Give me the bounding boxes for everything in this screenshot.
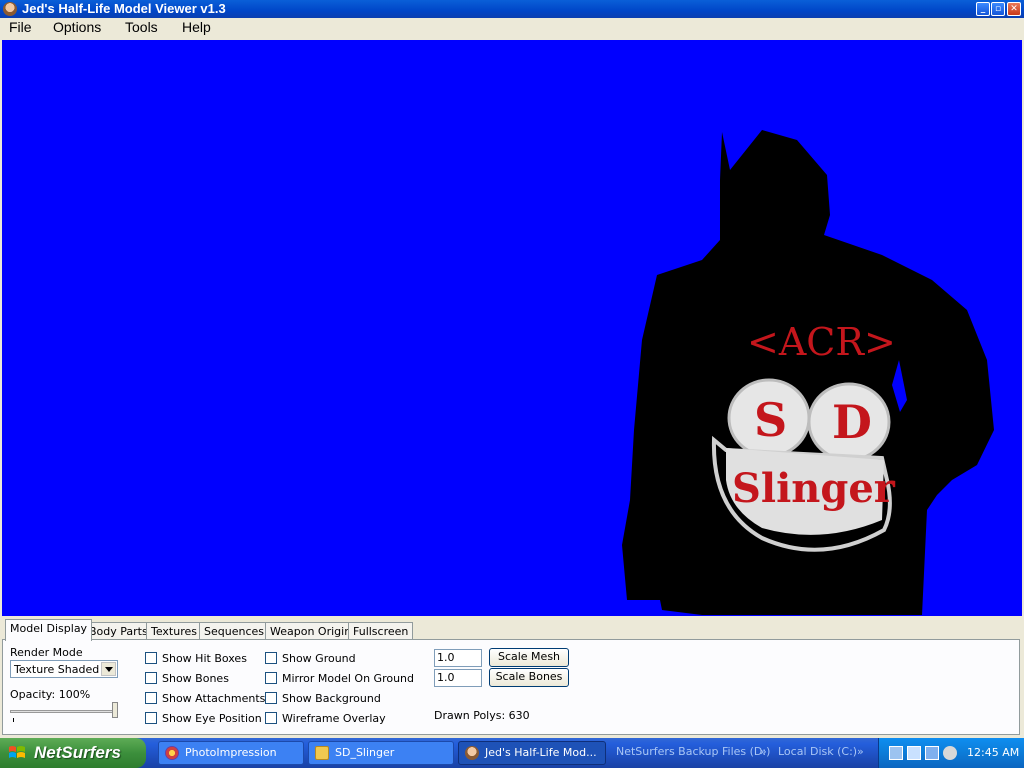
slider-tick <box>13 718 14 722</box>
scale-mesh-button[interactable]: Scale Mesh <box>489 648 569 667</box>
app-icon <box>3 2 17 16</box>
menu-help[interactable]: Help <box>182 19 211 36</box>
wireframe-overlay-label: Wireframe Overlay <box>282 712 386 725</box>
show-hit-boxes-label: Show Hit Boxes <box>162 652 247 665</box>
mirror-model-checkbox[interactable] <box>265 672 277 684</box>
close-button[interactable]: ✕ <box>1007 2 1021 16</box>
wireframe-overlay-checkbox[interactable] <box>265 712 277 724</box>
chevron-right-icon[interactable]: » <box>857 745 864 758</box>
tab-sequences[interactable]: Sequences <box>199 622 269 640</box>
drawn-polys-label: Drawn Polys: 630 <box>434 709 530 722</box>
render-mode-label: Render Mode <box>10 646 83 659</box>
window-title: Jed's Half-Life Model Viewer v1.3 <box>22 1 226 16</box>
show-eye-position-label: Show Eye Position <box>162 712 262 725</box>
show-ground-label: Show Ground <box>282 652 356 665</box>
network-icon[interactable] <box>907 746 921 760</box>
clock[interactable]: 12:45 AM <box>967 746 1019 760</box>
logo-s-text: S <box>754 393 787 447</box>
model-display-page: Render Mode Texture Shaded Opacity: 100%… <box>2 639 1020 735</box>
show-background-label: Show Background <box>282 692 381 705</box>
tab-weapon-origin[interactable]: Weapon Origin <box>265 622 357 640</box>
quicklink-backup-drive[interactable]: NetSurfers Backup Files (D:) <box>616 745 770 758</box>
app-icon <box>465 746 479 760</box>
photoimpression-icon <box>165 746 179 760</box>
chevron-down-icon[interactable] <box>101 662 116 676</box>
scale-mesh-input[interactable]: 1.0 <box>434 649 482 667</box>
start-button[interactable]: NetSurfers <box>0 738 146 768</box>
menu-tools[interactable]: Tools <box>125 19 158 36</box>
scale-bones-button[interactable]: Scale Bones <box>489 668 569 687</box>
tab-fullscreen[interactable]: Fullscreen <box>348 622 414 640</box>
show-background-checkbox[interactable] <box>265 692 277 704</box>
tab-model-display[interactable]: Model Display <box>5 619 93 641</box>
opacity-slider-track[interactable] <box>10 710 118 713</box>
minimize-button[interactable]: _ <box>976 2 990 16</box>
show-bones-label: Show Bones <box>162 672 229 685</box>
restore-button[interactable]: ▫ <box>991 2 1005 16</box>
taskbar-item-model-viewer[interactable]: Jed's Half-Life Mod... <box>458 741 606 765</box>
show-attachments-checkbox[interactable] <box>145 692 157 704</box>
display-icon[interactable] <box>925 746 939 760</box>
scale-bones-input[interactable]: 1.0 <box>434 669 482 687</box>
logo-slinger-text: Slinger <box>732 465 896 512</box>
model-viewport[interactable]: <ACR> S D Slinger <box>2 40 1022 616</box>
speaker-icon[interactable] <box>943 746 957 760</box>
tab-textures[interactable]: Textures <box>146 622 202 640</box>
show-attachments-label: Show Attachments <box>162 692 266 705</box>
taskbar-item-photoimpression[interactable]: PhotoImpression <box>158 741 304 765</box>
system-tray: 12:45 AM <box>878 738 1024 768</box>
tab-body-parts[interactable]: Body Parts <box>84 622 153 640</box>
control-panel: Model Display Body Parts Textures Sequen… <box>0 617 1024 738</box>
opacity-label: Opacity: 100% <box>10 688 91 701</box>
opacity-slider-thumb[interactable] <box>112 702 118 718</box>
menu-options[interactable]: Options <box>53 19 101 36</box>
quicklink-local-disk[interactable]: Local Disk (C:) <box>778 745 857 758</box>
player-model: <ACR> S D Slinger <box>622 130 994 615</box>
folder-icon <box>315 746 329 760</box>
show-bones-checkbox[interactable] <box>145 672 157 684</box>
taskbar-item-sd-slinger[interactable]: SD_Slinger <box>308 741 454 765</box>
show-eye-position-checkbox[interactable] <box>145 712 157 724</box>
network-icon[interactable] <box>889 746 903 760</box>
logo-acr-text: <ACR> <box>747 320 896 364</box>
show-hit-boxes-checkbox[interactable] <box>145 652 157 664</box>
logo-d-text: D <box>832 395 872 449</box>
chevron-right-icon[interactable]: » <box>760 745 767 758</box>
start-label: NetSurfers <box>34 743 121 762</box>
show-ground-checkbox[interactable] <box>265 652 277 664</box>
mirror-model-label: Mirror Model On Ground <box>282 672 415 685</box>
windows-flag-icon <box>9 746 25 758</box>
title-bar[interactable]: Jed's Half-Life Model Viewer v1.3 _ ▫ ✕ <box>0 0 1024 18</box>
menu-file[interactable]: File <box>9 19 32 36</box>
render-mode-select[interactable]: Texture Shaded <box>10 660 118 678</box>
taskbar: NetSurfers PhotoImpression SD_Slinger Je… <box>0 738 1024 768</box>
menu-bar: File Options Tools Help <box>0 18 1024 38</box>
